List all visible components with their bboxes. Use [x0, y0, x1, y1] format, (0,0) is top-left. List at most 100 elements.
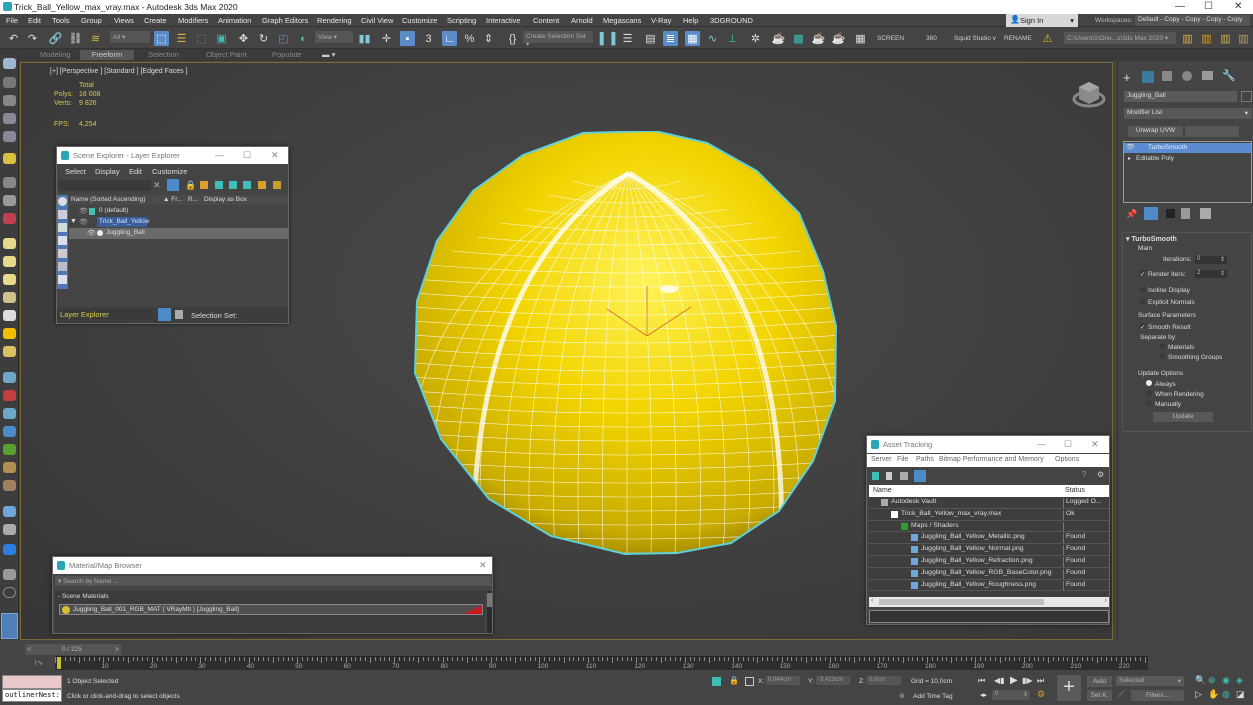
asset-path-field[interactable] [869, 610, 1109, 623]
asset-row[interactable]: Trick_Ball_Yellow_max_vray.max Ok [869, 509, 1109, 521]
asset-tracking-titlebar[interactable]: Asset Tracking — ☐ ✕ [867, 436, 1109, 453]
make-unique-icon[interactable] [1166, 209, 1175, 218]
column-freeze[interactable]: ▲ Fr... [163, 196, 182, 203]
render-setup-icon[interactable]: ☕ [771, 31, 786, 46]
close-button[interactable]: ✕ [1234, 1, 1242, 12]
pivot-center-icon[interactable]: ▮▮ [357, 31, 372, 46]
render-iters-checkbox[interactable]: ✓ [1140, 270, 1145, 278]
selection-filter-dropdown[interactable]: All ▾ [110, 31, 150, 43]
layer-row-selected[interactable]: ▼ 👁 Trick_Ball_Yellow [69, 217, 288, 228]
spacewarp-filter-icon[interactable] [58, 262, 67, 271]
explorer-type-dropdown[interactable]: Layer Explorer [58, 309, 152, 320]
menu-server[interactable]: Server [871, 456, 892, 463]
screen-button[interactable]: SCREEN [877, 35, 904, 42]
hedgehog-icon[interactable] [3, 480, 16, 491]
mirror-icon[interactable]: ▌▐ [600, 31, 616, 46]
current-frame-field[interactable]: 0 ⇕ [992, 690, 1030, 700]
absolute-mode-icon[interactable] [745, 677, 754, 686]
time-slider-handle[interactable] [57, 657, 61, 669]
tree-view-icon[interactable] [900, 472, 908, 480]
workspace-dropdown[interactable]: Default - Copy - Copy - Copy - Copy [1135, 15, 1250, 26]
layer-row[interactable]: 👁 0 (default) [69, 206, 288, 217]
rename-button[interactable]: RENAME [1004, 35, 1032, 42]
render-production-icon[interactable]: ☕ [811, 31, 826, 46]
selection-lock-icon[interactable]: 🔒 [729, 676, 739, 685]
set-key-big-icon[interactable]: + [1057, 675, 1081, 701]
360-button[interactable]: 360 [926, 35, 937, 42]
display-tab-icon[interactable] [1202, 71, 1213, 80]
pin-stack-icon[interactable]: 📌 [1126, 209, 1137, 220]
edit-named-selection-icon[interactable]: {} [505, 31, 520, 46]
time-configuration-icon[interactable]: ⚙ [1037, 689, 1045, 700]
menu-edit[interactable]: Edit [28, 16, 41, 25]
toggle-icon[interactable] [3, 544, 16, 555]
key-filters-button[interactable]: Filters... [1131, 690, 1184, 701]
minimize-button[interactable]: — [1175, 1, 1185, 12]
show-end-result-icon[interactable] [1144, 207, 1158, 220]
placement-icon[interactable]: ◐ [296, 31, 311, 46]
schematic-view-icon[interactable]: ⊥ [725, 31, 740, 46]
field-of-view-icon[interactable]: ▷ [1195, 689, 1202, 700]
menu-3dground[interactable]: 3DGROUND [710, 16, 753, 25]
keyboard-shortcut-toggle-icon[interactable]: ▪ [400, 31, 415, 46]
unlink-icon[interactable]: ⛓ [68, 31, 83, 46]
column-name[interactable]: Name [873, 487, 892, 494]
sun-icon[interactable] [3, 328, 16, 339]
key-mode-icon[interactable]: ◂▸ [980, 691, 987, 699]
list-view-icon[interactable] [886, 472, 892, 480]
redo-icon[interactable]: ↷ [25, 31, 40, 46]
scene-materials-group[interactable]: - Scene Materials [58, 593, 109, 600]
minimize-button[interactable]: — [1037, 439, 1046, 449]
column-name[interactable]: Name (Sorted Ascending) [71, 196, 145, 203]
material-list-item[interactable]: Juggling_Ball_001_RGB_MAT ( VRayMtl ) [J… [59, 604, 483, 615]
add-time-tag-button[interactable]: Add Time Tag [913, 693, 953, 700]
menu-paths[interactable]: Paths [916, 456, 934, 463]
key-tangent-icon[interactable]: ⟋ [1118, 689, 1124, 700]
select-by-name-icon[interactable]: ☰ [174, 31, 189, 46]
shape-filter-icon[interactable] [58, 210, 67, 219]
asset-row[interactable]: Autodesk Vault Logged O... [869, 497, 1109, 509]
materials-checkbox[interactable] [1160, 344, 1165, 349]
scene-explorer-titlebar[interactable]: Scene Explorer - Layer Explorer — ☐ ✕ [57, 147, 288, 164]
rectangular-selection-icon[interactable]: ⬚ [194, 31, 209, 46]
menu-vray[interactable]: V-Ray [651, 16, 671, 25]
vray-sphere-icon[interactable] [3, 426, 16, 437]
table-view-icon[interactable] [914, 470, 926, 482]
snaps-toggle-icon[interactable]: 3 [421, 31, 436, 46]
go-to-end-icon[interactable]: ⏭ [1037, 676, 1044, 686]
toggle-ribbon-icon[interactable]: ▦ [685, 31, 700, 46]
batch-render-icon[interactable] [3, 524, 16, 535]
scrollbar-thumb[interactable] [879, 599, 1044, 605]
lock-icon[interactable]: 🔒 [185, 180, 196, 191]
menu-create[interactable]: Create [144, 16, 167, 25]
scene-search-input[interactable] [59, 180, 151, 191]
maximize-button[interactable]: ☐ [1064, 439, 1072, 450]
menu-group[interactable]: Group [81, 16, 102, 25]
motion-tab-icon[interactable] [1182, 71, 1192, 81]
go-to-start-icon[interactable]: ⏮ [978, 676, 985, 686]
sign-in-dropdown[interactable]: 👤 Sign In ▾ [1006, 14, 1078, 27]
iterations-spinner[interactable]: 0 ⇕ [1195, 256, 1227, 264]
menu-edit[interactable]: Edit [129, 167, 142, 176]
y-coordinate-field[interactable]: -3,413cm [816, 676, 850, 685]
bind-space-warp-icon[interactable]: ≋ [88, 31, 103, 46]
squid-studio-button[interactable]: Squid Studio v [954, 35, 996, 42]
maxscript-mini-listener-bottom[interactable]: outlinerNest: [2, 689, 62, 702]
modifier-set-slot[interactable] [1185, 126, 1239, 137]
tab-freeform[interactable]: Freeform [80, 50, 134, 60]
tab-selection[interactable]: Selection [140, 50, 187, 60]
mesh-light-icon[interactable] [3, 292, 16, 303]
set-key-button[interactable]: Set K. [1087, 690, 1112, 701]
percent-snap-icon[interactable]: % [462, 31, 477, 46]
vault-help-icon[interactable]: ? [1082, 470, 1086, 479]
vray-proxy-icon[interactable] [3, 408, 16, 419]
link-icon[interactable]: 🔗 [48, 31, 63, 46]
stack-item-editable-poly[interactable]: ▸ Editable Poly [1124, 154, 1251, 164]
helper-tool-icon[interactable] [3, 195, 16, 206]
zoom-icon[interactable]: 🔍 [1195, 675, 1206, 686]
material-editor-icon[interactable]: ✲ [748, 31, 763, 46]
animal-icon[interactable] [3, 462, 16, 473]
window-crossing-icon[interactable]: ▣ [214, 31, 229, 46]
asset-row[interactable]: Juggling_Ball_Yellow_Refraction.png Found [869, 556, 1109, 568]
visibility-eye-icon[interactable]: 👁 [87, 229, 96, 237]
